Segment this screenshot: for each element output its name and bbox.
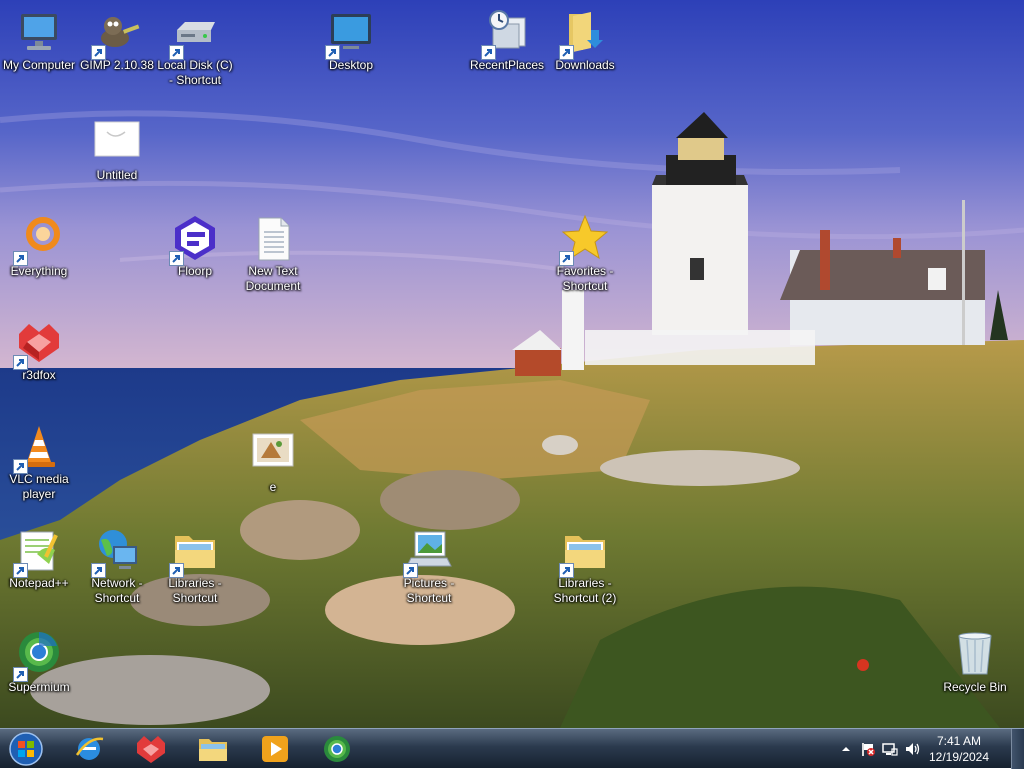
shortcut-arrow-icon (13, 563, 28, 578)
network-status-icon (882, 743, 898, 756)
volume-icon (906, 743, 920, 755)
desktop-icon-pictures[interactable]: Pictures - Shortcut (390, 526, 468, 606)
desktop-icon-desktop[interactable]: Desktop (312, 8, 390, 73)
shortcut-arrow-icon (403, 563, 418, 578)
shortcut-arrow-icon (559, 45, 574, 60)
shortcut-arrow-icon (559, 563, 574, 578)
shortcut-arrow-icon (13, 355, 28, 370)
icon-label: Pictures - Shortcut (403, 576, 455, 605)
desktop-icon-vlc[interactable]: VLC media player (0, 422, 78, 502)
desktop-icon-downloads[interactable]: Downloads (546, 8, 624, 73)
clock-date: 12/19/2024 (928, 750, 990, 764)
taskbar-file-explorer[interactable] (186, 731, 240, 767)
shortcut-arrow-icon (169, 45, 184, 60)
taskbar-media-player[interactable] (248, 731, 302, 767)
desktop-icon-supermium[interactable]: Supermium (0, 630, 78, 695)
volume-button[interactable] (904, 741, 920, 757)
desktop-icon-everything[interactable]: Everything (0, 214, 78, 279)
desktop-icon-favorites[interactable]: Favorites - Shortcut (546, 214, 624, 294)
desktop-icon-untitled[interactable]: Untitled (78, 118, 156, 183)
clock-time: 7:41 AM (936, 734, 982, 748)
show-desktop-button[interactable] (1011, 729, 1024, 769)
shortcut-arrow-icon (481, 45, 496, 60)
recycle-bin-icon (958, 632, 992, 675)
computer-icon (21, 14, 57, 50)
icon-label: Floorp (177, 264, 212, 278)
icon-label: GIMP 2.10.38 (80, 58, 154, 72)
icon-label: Libraries - Shortcut (2) (553, 576, 617, 605)
shortcut-arrow-icon (13, 667, 28, 682)
icon-label: My Computer (2, 58, 76, 72)
icon-label: Everything (10, 264, 68, 278)
icon-label: Libraries - Shortcut (168, 576, 222, 605)
icon-label: Network - Shortcut (91, 576, 143, 605)
icon-label: New Text Document (245, 264, 301, 293)
taskbar-internet-explorer[interactable] (62, 731, 116, 767)
desktop-icon-recycle-bin[interactable]: Recycle Bin (936, 630, 1014, 695)
icon-label: VLC media player (9, 472, 69, 501)
desktop-icon-floorp[interactable]: Floorp (156, 214, 234, 279)
show-hidden-icons-button[interactable] (838, 741, 854, 757)
shortcut-arrow-icon (91, 45, 106, 60)
network-status-button[interactable] (882, 741, 898, 757)
shortcut-arrow-icon (91, 563, 106, 578)
desktop-icon-local-disk[interactable]: Local Disk (C) - Shortcut (156, 8, 234, 88)
action-center-button[interactable] (860, 741, 876, 757)
taskbar-supermium[interactable] (310, 731, 364, 767)
desktop-icon-recent-places[interactable]: RecentPlaces (468, 8, 546, 73)
icon-label: Supermium (8, 680, 70, 694)
desktop-icon-my-computer[interactable]: My Computer (0, 8, 78, 73)
icon-label: Notepad++ (9, 576, 69, 590)
supermium-icon (324, 736, 350, 762)
desktop-icon-new-text-document[interactable]: New Text Document (234, 214, 312, 294)
desktop-icon-r3dfox[interactable]: r3dfox (0, 318, 78, 383)
start-orb-icon (9, 732, 43, 766)
file-explorer-icon (199, 739, 227, 761)
internet-explorer-icon (75, 737, 104, 760)
media-player-icon (262, 736, 288, 762)
icon-label: r3dfox (22, 368, 56, 382)
shortcut-arrow-icon (169, 563, 184, 578)
shortcut-arrow-icon (169, 251, 184, 266)
image-file-icon (94, 121, 140, 157)
icon-label: RecentPlaces (469, 58, 545, 72)
system-tray: 7:41 AM 12/19/2024 (834, 729, 1024, 769)
wallpaper-lighthouse (0, 0, 1024, 728)
desktop[interactable]: My Computer GIMP 2.10.38 Local Disk (C) … (0, 0, 1024, 728)
icon-label: Local Disk (C) - Shortcut (157, 58, 233, 87)
desktop-icon-network[interactable]: Network - Shortcut (78, 526, 156, 606)
shortcut-arrow-icon (13, 459, 28, 474)
start-button[interactable] (6, 731, 46, 767)
desktop-icon-notepadpp[interactable]: Notepad++ (0, 526, 78, 591)
taskbar: 7:41 AM 12/19/2024 (0, 728, 1024, 769)
desktop-icon-libraries-2[interactable]: Libraries - Shortcut (2) (546, 526, 624, 606)
icon-label: Recycle Bin (943, 680, 1007, 694)
r3dfox-icon (137, 736, 165, 763)
taskbar-r3dfox[interactable] (124, 731, 178, 767)
desktop-icon-libraries[interactable]: Libraries - Shortcut (156, 526, 234, 606)
icon-label: e (269, 480, 277, 494)
image-file-icon (252, 433, 294, 467)
shortcut-arrow-icon (325, 45, 340, 60)
show-hidden-icons-icon (842, 747, 850, 751)
desktop-icon-e[interactable]: e (234, 430, 312, 495)
icon-label: Untitled (96, 168, 138, 182)
icon-label: Downloads (555, 58, 615, 72)
shortcut-arrow-icon (559, 251, 574, 266)
desktop-icon-gimp[interactable]: GIMP 2.10.38 (78, 8, 156, 73)
clock[interactable]: 7:41 AM 12/19/2024 (926, 733, 992, 765)
icon-label: Favorites - Shortcut (556, 264, 614, 293)
action-center-flag-icon (862, 743, 875, 756)
shortcut-arrow-icon (13, 251, 28, 266)
icon-label: Desktop (328, 58, 374, 72)
text-document-icon (258, 217, 290, 261)
